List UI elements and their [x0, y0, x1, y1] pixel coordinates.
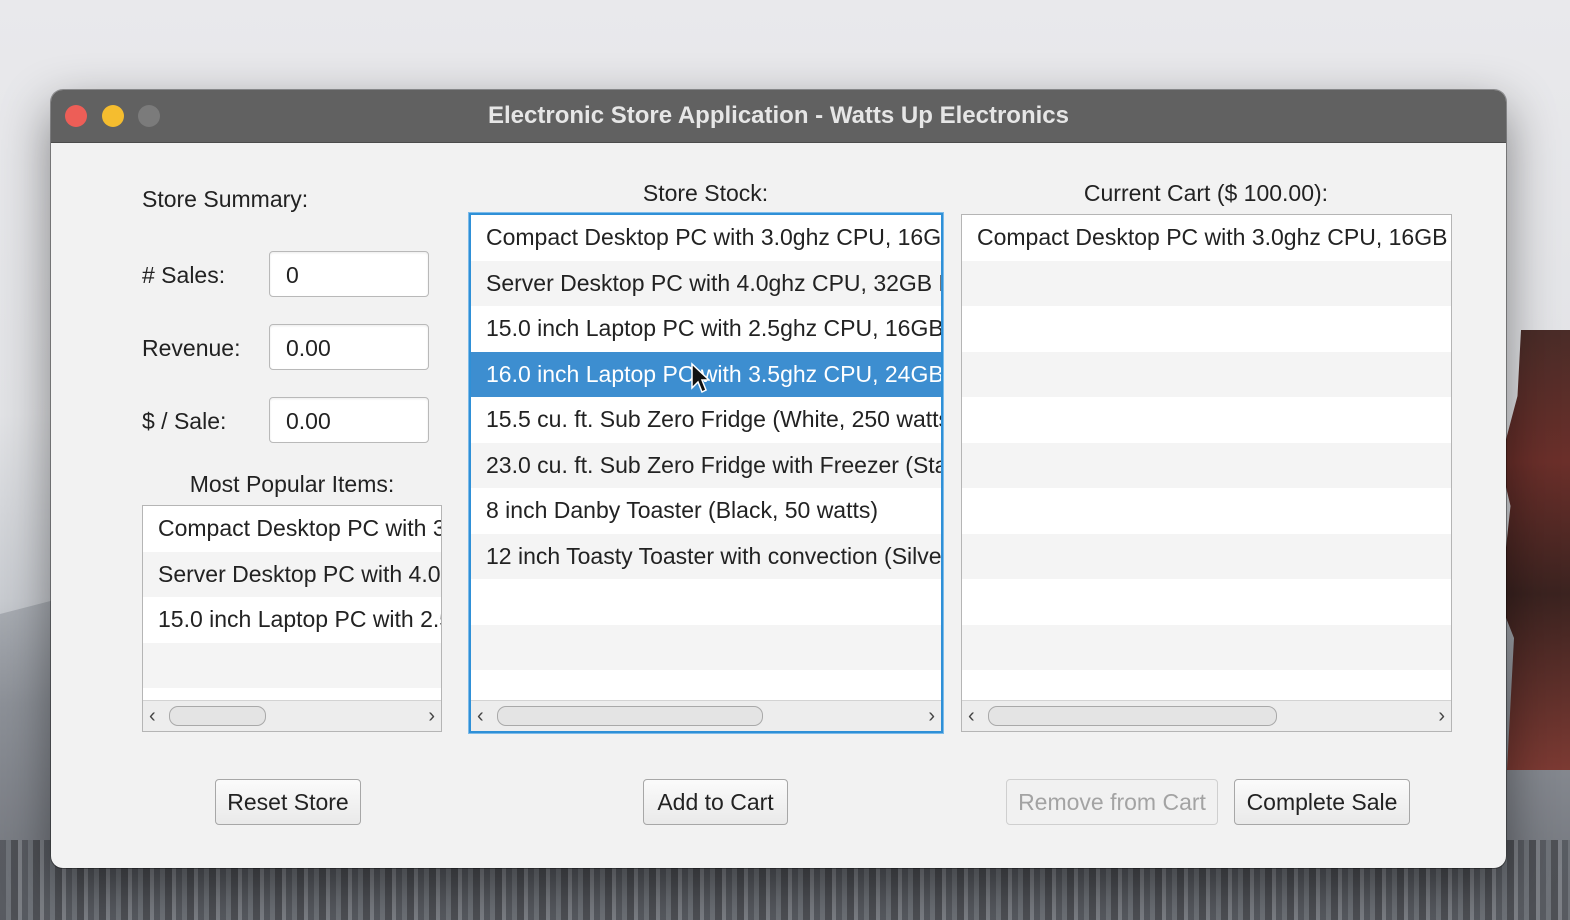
chevron-right-icon[interactable]: ›	[1438, 705, 1445, 728]
scrollbar-thumb[interactable]	[169, 706, 266, 726]
store-stock-list[interactable]: Compact Desktop PC with 3.0ghz CPU, 16GB…	[469, 213, 943, 733]
revenue-label: Revenue:	[142, 335, 241, 361]
remove-from-cart-button[interactable]: Remove from Cart	[1006, 779, 1218, 825]
popular-horizontal-scrollbar[interactable]: ‹ ›	[143, 700, 441, 731]
app-window: Electronic Store Application - Watts Up …	[51, 90, 1506, 868]
add-to-cart-button[interactable]: Add to Cart	[643, 779, 788, 825]
chevron-left-icon[interactable]: ‹	[968, 705, 975, 728]
list-item[interactable]: 15.0 inch Laptop PC with 2.5ghz CPU, 16G…	[471, 306, 941, 352]
list-item[interactable]: Compact Desktop PC with 3.0ghz CPU, 16GB…	[962, 215, 1451, 261]
title-bar: Electronic Store Application - Watts Up …	[51, 90, 1506, 143]
chevron-left-icon[interactable]: ‹	[149, 705, 156, 728]
current-cart-list[interactable]: Compact Desktop PC with 3.0ghz CPU, 16GB…	[961, 214, 1452, 732]
scrollbar-thumb[interactable]	[988, 706, 1277, 726]
list-item[interactable]: Compact Desktop PC with 3	[143, 506, 441, 552]
popular-heading: Most Popular Items:	[189, 471, 395, 497]
window-title: Electronic Store Application - Watts Up …	[488, 102, 1069, 129]
list-item-empty	[962, 488, 1451, 534]
cart-horizontal-scrollbar[interactable]: ‹ ›	[962, 700, 1451, 731]
list-item[interactable]: Server Desktop PC with 4.0g	[143, 551, 441, 597]
current-cart-heading: Current Cart ($ 100.00):	[1083, 180, 1329, 206]
list-item[interactable]: 12 inch Toasty Toaster with convection (…	[471, 533, 941, 579]
complete-sale-button[interactable]: Complete Sale	[1234, 779, 1410, 825]
list-item-empty	[962, 351, 1451, 397]
scrollbar-thumb[interactable]	[497, 706, 763, 726]
store-summary-heading: Store Summary:	[142, 186, 309, 212]
list-item[interactable]: 15.5 cu. ft. Sub Zero Fridge (White, 250…	[471, 397, 941, 443]
list-item-empty	[962, 260, 1451, 306]
chevron-right-icon[interactable]: ›	[428, 705, 435, 728]
reset-store-button[interactable]: Reset Store	[215, 779, 361, 825]
popular-items-list[interactable]: Compact Desktop PC with 3 Server Desktop…	[142, 505, 442, 732]
list-item[interactable]: Compact Desktop PC with 3.0ghz CPU, 16GB	[471, 215, 941, 261]
list-item-empty	[143, 642, 441, 688]
per-sale-field[interactable]: 0.00	[269, 397, 429, 443]
list-item-empty	[962, 533, 1451, 579]
chevron-left-icon[interactable]: ‹	[477, 705, 484, 728]
per-sale-label: $ / Sale:	[142, 408, 227, 434]
stock-horizontal-scrollbar[interactable]: ‹ ›	[471, 700, 941, 731]
list-item[interactable]: 15.0 inch Laptop PC with 2.5	[143, 597, 441, 643]
list-item-empty	[471, 624, 941, 670]
list-item[interactable]: 23.0 cu. ft. Sub Zero Fridge with Freeze…	[471, 442, 941, 488]
store-stock-heading: Store Stock:	[642, 180, 769, 206]
list-item[interactable]: 8 inch Danby Toaster (Black, 50 watts)	[471, 488, 941, 534]
revenue-field[interactable]: 0.00	[269, 324, 429, 370]
list-item-empty	[962, 442, 1451, 488]
mouse-pointer-icon	[691, 362, 710, 394]
chevron-right-icon[interactable]: ›	[928, 705, 935, 728]
list-item-empty	[962, 397, 1451, 443]
list-item-empty	[962, 579, 1451, 625]
list-item-empty	[962, 624, 1451, 670]
sales-label: # Sales:	[142, 262, 226, 288]
list-item[interactable]: Server Desktop PC with 4.0ghz CPU, 32GB …	[471, 260, 941, 306]
background-pagoda	[1500, 330, 1570, 770]
sales-field[interactable]: 0	[269, 251, 429, 297]
list-item-empty	[962, 306, 1451, 352]
list-item-empty	[471, 579, 941, 625]
